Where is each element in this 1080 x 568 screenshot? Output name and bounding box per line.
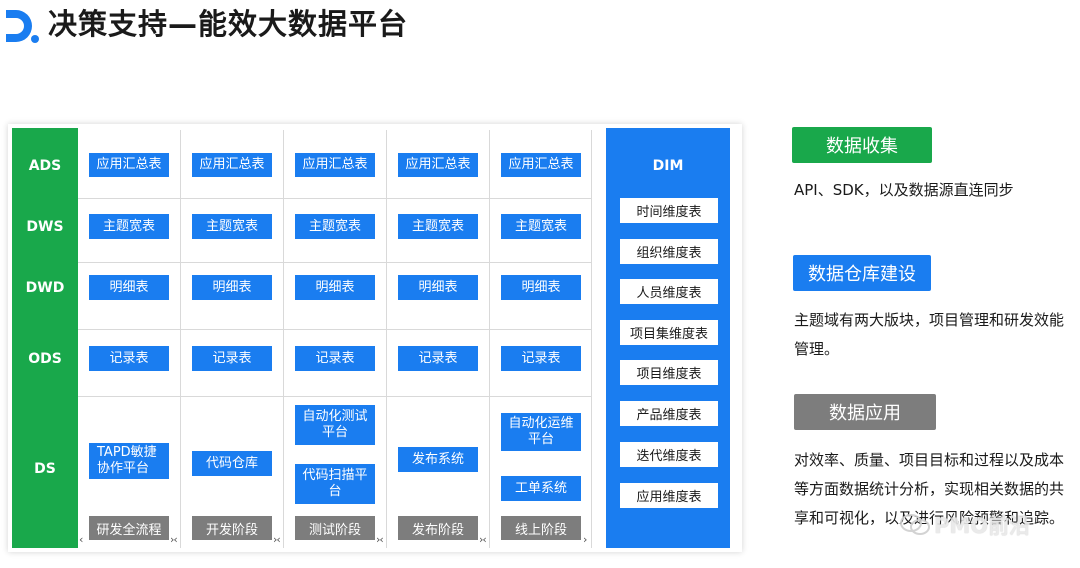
layer-label-dwd: DWD <box>25 280 65 296</box>
dws-cell: 主题宽表 <box>398 214 478 239</box>
grid-divider <box>78 396 592 397</box>
stage-label: 研发全流程 <box>89 516 169 540</box>
ads-cell: 应用汇总表 <box>398 153 478 177</box>
flow-arrow-icon: ›‹ <box>273 533 281 546</box>
dwd-cell: 明细表 <box>501 275 581 300</box>
section-desc-data-collection: API、SDK，以及数据源直连同步 <box>794 181 1014 199</box>
dwd-cell: 明细表 <box>295 275 375 300</box>
ds-cell-ticket: 工单系统 <box>501 476 581 501</box>
dws-cell: 主题宽表 <box>295 214 375 239</box>
dim-item: 组织维度表 <box>620 239 718 264</box>
ods-cell: 记录表 <box>295 346 375 371</box>
dim-item: 应用维度表 <box>620 483 718 508</box>
flow-arrow-icon: › <box>583 533 588 546</box>
logo-icon <box>6 10 39 43</box>
ds-cell-tapd: TAPD敏捷协作平台 <box>89 443 169 479</box>
layer-label-ds: DS <box>34 461 56 477</box>
layer-label-ods: ODS <box>28 351 62 367</box>
layer-label-dws: DWS <box>26 219 64 235</box>
ads-cell: 应用汇总表 <box>501 153 581 177</box>
ds-cell-auto-test: 自动化测试平台 <box>295 405 375 445</box>
ods-cell: 记录表 <box>192 346 272 371</box>
stage-label: 开发阶段 <box>192 516 272 540</box>
dwd-cell: 明细表 <box>398 275 478 300</box>
ods-cell: 记录表 <box>398 346 478 371</box>
section-tag-data-application: 数据应用 <box>794 394 936 430</box>
dws-cell: 主题宽表 <box>501 214 581 239</box>
flow-arrow-icon: ‹ <box>79 533 84 546</box>
stage-label: 测试阶段 <box>295 516 375 540</box>
dim-item: 产品维度表 <box>620 401 718 426</box>
page-title: 决策支持—能效大数据平台 <box>48 7 409 41</box>
stage-label: 发布阶段 <box>398 516 478 540</box>
grid-divider <box>283 130 284 548</box>
watermark: PMO前沿 <box>900 510 1030 540</box>
flow-arrow-icon: ›‹ <box>479 533 487 546</box>
dwd-cell: 明细表 <box>192 275 272 300</box>
flow-arrow-icon: ›‹ <box>170 533 178 546</box>
grid-divider <box>489 130 490 548</box>
layer-bar <box>12 128 78 548</box>
grid-divider <box>78 329 592 330</box>
ds-cell-code-scan: 代码扫描平台 <box>295 464 375 504</box>
section-desc-data-warehouse: 主题域有两大版块，项目管理和研发效能管理。 <box>794 311 1065 358</box>
stage-label: 线上阶段 <box>501 516 581 540</box>
dim-item: 时间维度表 <box>620 198 718 223</box>
dwd-cell: 明细表 <box>89 275 169 300</box>
section-tag-data-warehouse: 数据仓库建设 <box>793 255 931 291</box>
ads-cell: 应用汇总表 <box>192 153 272 177</box>
grid-divider <box>78 198 592 199</box>
dim-item: 项目集维度表 <box>620 320 718 345</box>
layer-label-ads: ADS <box>28 158 62 174</box>
dws-cell: 主题宽表 <box>89 214 169 239</box>
dws-cell: 主题宽表 <box>192 214 272 239</box>
flow-arrow-icon: ›‹ <box>376 533 384 546</box>
ods-cell: 记录表 <box>501 346 581 371</box>
dim-item: 迭代维度表 <box>620 442 718 467</box>
dim-item: 项目维度表 <box>620 360 718 385</box>
ads-cell: 应用汇总表 <box>89 153 169 177</box>
ads-cell: 应用汇总表 <box>295 153 375 177</box>
grid-divider <box>386 130 387 548</box>
watermark-text: PMO前沿 <box>934 514 1031 538</box>
ds-cell-auto-ops: 自动化运维平台 <box>501 413 581 451</box>
ods-cell: 记录表 <box>89 346 169 371</box>
ds-cell-release: 发布系统 <box>398 447 478 472</box>
chat-bubble-icon <box>900 514 930 535</box>
dim-title: DIM <box>652 158 684 174</box>
section-tag-data-collection: 数据收集 <box>792 127 932 163</box>
ds-cell-code-repo: 代码仓库 <box>192 451 272 476</box>
grid-divider <box>78 262 592 263</box>
dim-item: 人员维度表 <box>620 279 718 304</box>
grid-divider <box>180 130 181 548</box>
